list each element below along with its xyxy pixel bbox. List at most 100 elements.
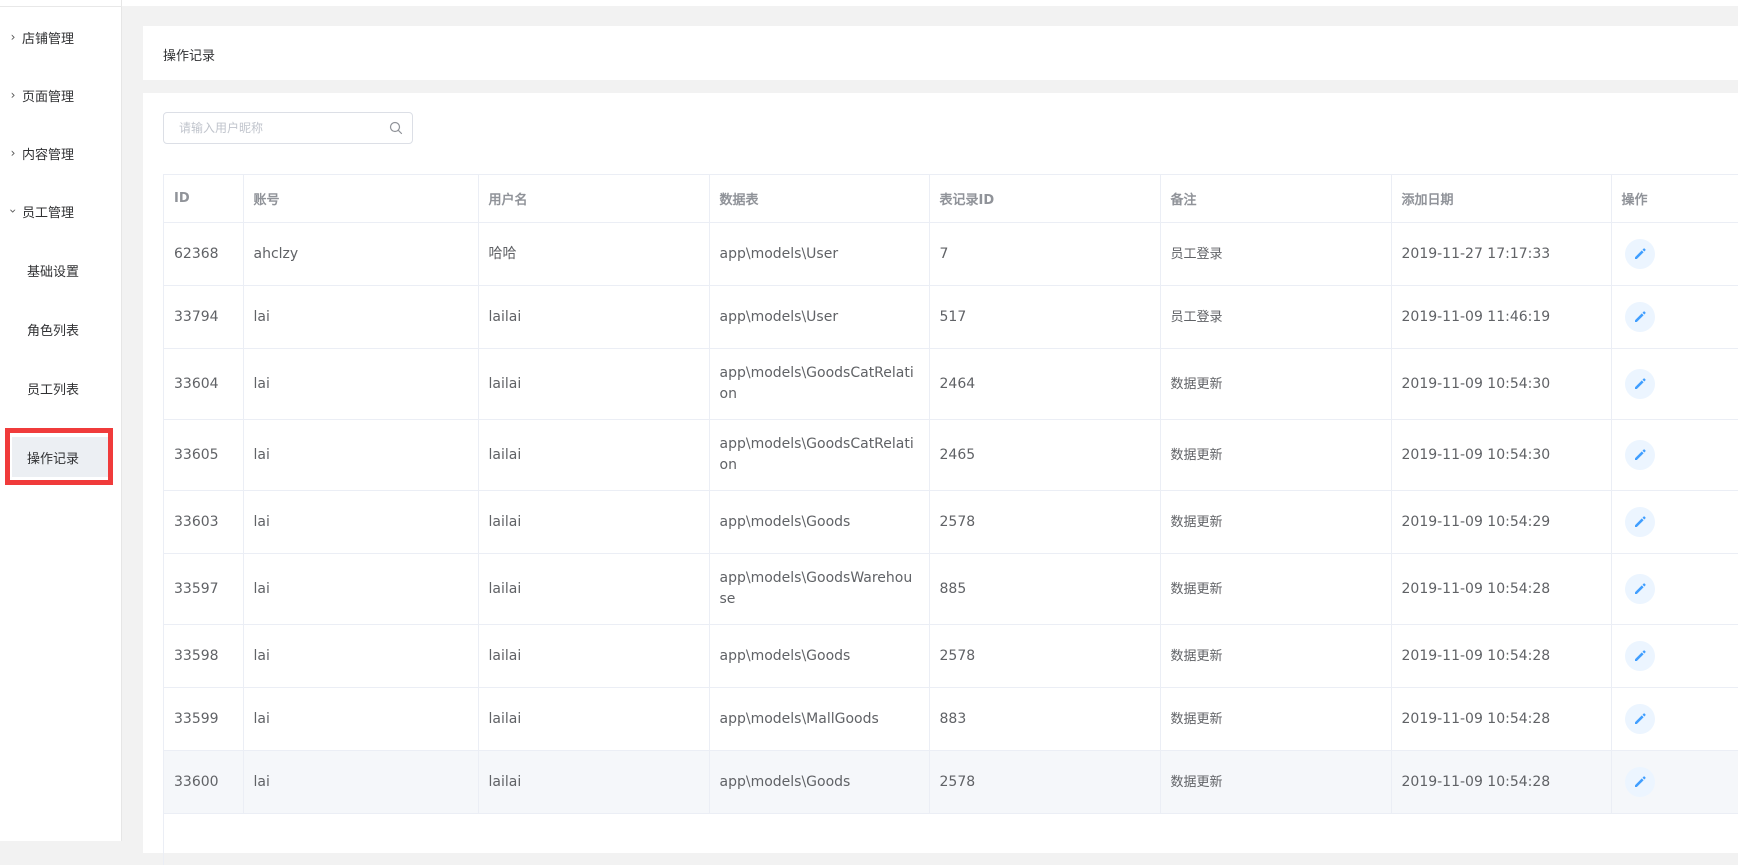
- cell-id: 33597: [164, 553, 244, 625]
- cell-remark: 员工登录: [1160, 285, 1392, 349]
- edit-button[interactable]: [1624, 302, 1655, 332]
- cell-username: lailai: [478, 624, 710, 688]
- cell-data-table: app\models\Goods: [709, 750, 930, 814]
- cell-account: lai: [243, 348, 479, 420]
- table-row: 33600 lai lailai app\models\Goods 2578 数据更新 20…: [164, 750, 1738, 814]
- search-input[interactable]: [164, 113, 394, 143]
- divider: [0, 6, 122, 7]
- cell-remark: 数据更新: [1160, 624, 1392, 688]
- page-header: 操作记录: [143, 26, 1738, 80]
- cell-remark: 数据更新: [1160, 553, 1392, 625]
- search-icon[interactable]: [389, 121, 403, 135]
- sidebar-group-content[interactable]: › 内容管理: [0, 133, 122, 173]
- sidebar-group-store[interactable]: › 店铺管理: [0, 17, 122, 57]
- cell-record-id: 7: [929, 222, 1161, 286]
- cell-data-table: app\models\MallGoods: [709, 687, 930, 751]
- top-bar: [122, 0, 1738, 6]
- sidebar-item-label: 基础设置: [27, 264, 80, 280]
- cell-account: lai: [243, 750, 479, 814]
- cell-remark: 数据更新: [1160, 490, 1392, 554]
- cell-account: lai: [243, 687, 479, 751]
- cell-date: 2019-11-09 10:54:30: [1391, 419, 1612, 491]
- column-header-record-id[interactable]: 表记录ID: [929, 175, 1161, 223]
- cell-actions: [1611, 750, 1738, 814]
- edit-button[interactable]: [1624, 767, 1655, 797]
- edit-button[interactable]: [1624, 507, 1655, 537]
- cell-remark: 数据更新: [1160, 687, 1392, 751]
- cell-id: 33794: [164, 285, 244, 349]
- chevron-right-icon: ›: [10, 88, 16, 102]
- cell-username: lailai: [478, 553, 710, 625]
- column-header-date[interactable]: 添加日期: [1391, 175, 1612, 223]
- edit-button[interactable]: [1624, 704, 1655, 734]
- page-title: 操作记录: [163, 49, 216, 64]
- edit-pencil-icon: [1634, 776, 1646, 787]
- table-row: 33598 lai lailai app\models\Goods 2578 数据更新 20…: [164, 624, 1738, 688]
- edit-pencil-icon: [1634, 449, 1646, 460]
- cell-record-id: 883: [929, 687, 1161, 751]
- cell-account: lai: [243, 285, 479, 349]
- column-header-data-table[interactable]: 数据表: [709, 175, 930, 223]
- cell-data-table: app\models\Goods: [709, 490, 930, 554]
- cell-username: lailai: [478, 285, 710, 349]
- edit-button[interactable]: [1624, 369, 1655, 399]
- cell-actions: [1611, 419, 1738, 491]
- cell-record-id: 885: [929, 553, 1161, 625]
- edit-button[interactable]: [1624, 641, 1655, 671]
- chevron-right-icon: ›: [10, 30, 16, 44]
- table-row: 33599 lai lailai app\models\MallGoods 883 数据更…: [164, 687, 1738, 751]
- edit-pencil-icon: [1634, 583, 1646, 594]
- column-header-id[interactable]: ID: [164, 175, 244, 223]
- table-row: 33604 lai lailai app\models\GoodsCatRelatio…: [164, 348, 1738, 420]
- cell-data-table: app\models\User: [709, 285, 930, 349]
- cell-data-table: app\models\GoodsCatRelation: [709, 348, 930, 420]
- table-row: 33794 lai lailai app\models\User 517 员工登录 2019…: [164, 285, 1738, 349]
- cell-record-id: 2465: [929, 419, 1161, 491]
- table-body: 62368 ahclzy 哈哈 app\models\User 7 员工登录 2019-11…: [164, 222, 1738, 814]
- sidebar-group-label: 内容管理: [22, 147, 75, 163]
- cell-username: lailai: [478, 490, 710, 554]
- cell-record-id: 2578: [929, 750, 1161, 814]
- cell-data-table: app\models\Goods: [709, 624, 930, 688]
- sidebar: › 店铺管理 › 页面管理 › 内容管理 › 员工管理 基础设置 角色列表 员工…: [0, 0, 122, 841]
- edit-button[interactable]: [1624, 239, 1655, 269]
- sidebar-item-label: 角色列表: [27, 323, 80, 339]
- sidebar-group-staff[interactable]: › 员工管理: [0, 191, 122, 231]
- table-header-row: ID 账号 用户名 数据表 表记录ID 备注 添加日期 操作: [164, 175, 1738, 223]
- cell-id: 33598: [164, 624, 244, 688]
- column-header-account[interactable]: 账号: [243, 175, 479, 223]
- sidebar-group-pages[interactable]: › 页面管理: [0, 75, 122, 115]
- cell-date: 2019-11-09 10:54:30: [1391, 348, 1612, 420]
- sidebar-group-label: 页面管理: [22, 89, 75, 105]
- column-header-remark[interactable]: 备注: [1160, 175, 1392, 223]
- table-row: 62368 ahclzy 哈哈 app\models\User 7 员工登录 2019-11…: [164, 222, 1738, 286]
- cell-date: 2019-11-09 10:54:28: [1391, 624, 1612, 688]
- content-panel: ID 账号 用户名 数据表 表记录ID 备注 添加日期 操作 62368ahcl…: [143, 93, 1738, 865]
- sidebar-group-label: 员工管理: [22, 205, 75, 221]
- table-row: 33597 lai lailai app\models\GoodsWarehouse 8…: [164, 553, 1738, 625]
- cell-id: 62368: [164, 222, 244, 286]
- edit-pencil-icon: [1634, 516, 1646, 527]
- cell-id: 33600: [164, 750, 244, 814]
- cell-account: lai: [243, 624, 479, 688]
- cell-username: lailai: [478, 348, 710, 420]
- sidebar-group-label: 店铺管理: [22, 31, 75, 47]
- sidebar-item-operation-log[interactable]: 操作记录: [12, 437, 110, 477]
- cell-date: 2019-11-09 10:54:28: [1391, 553, 1612, 625]
- chevron-right-icon: ›: [10, 146, 16, 160]
- cell-record-id: 2578: [929, 490, 1161, 554]
- column-header-username[interactable]: 用户名: [478, 175, 710, 223]
- sidebar-item-basic-settings[interactable]: 基础设置: [0, 250, 122, 290]
- cell-actions: [1611, 490, 1738, 554]
- cell-date: 2019-11-09 10:54:28: [1391, 687, 1612, 751]
- operation-log-table: ID 账号 用户名 数据表 表记录ID 备注 添加日期 操作 62368 ahcl…: [163, 174, 1738, 865]
- cell-username: lailai: [478, 419, 710, 491]
- table-row: 33605 lai lailai app\models\GoodsCatRelatio…: [164, 419, 1738, 491]
- chevron-down-icon: ›: [6, 208, 20, 214]
- cell-account: ahclzy: [243, 222, 479, 286]
- sidebar-item-role-list[interactable]: 角色列表: [0, 309, 122, 349]
- edit-button[interactable]: [1624, 440, 1655, 470]
- cell-actions: [1611, 222, 1738, 286]
- sidebar-item-staff-list[interactable]: 员工列表: [0, 368, 122, 408]
- edit-button[interactable]: [1624, 574, 1655, 604]
